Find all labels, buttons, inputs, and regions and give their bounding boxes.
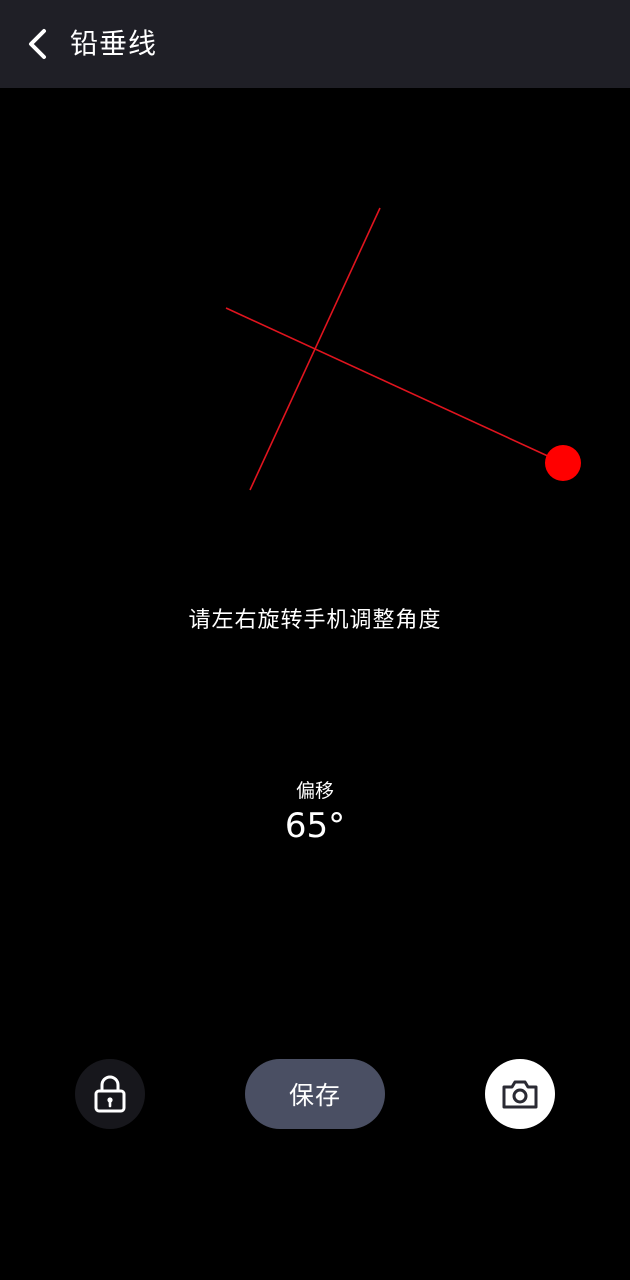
offset-value: 65° [284,806,346,846]
lock-button[interactable] [75,1059,145,1129]
camera-icon [502,1080,538,1109]
save-button[interactable]: 保存 [245,1059,385,1129]
header-bar: 铅垂线 [0,0,630,88]
plumb-line-canvas [225,207,581,491]
plumb-line-screen: 铅垂线 请左右旋转手机调整角度 偏移 65° 保存 [0,0,630,1280]
back-button[interactable] [14,20,62,68]
plumb-bob[interactable] [545,445,581,481]
page-title: 铅垂线 [70,27,158,60]
lock-icon [94,1075,126,1113]
rotate-hint-text: 请左右旋转手机调整角度 [188,608,442,633]
offset-label: 偏移 [295,780,334,802]
camera-button[interactable] [485,1059,555,1129]
plumb-string-line [225,307,564,464]
chevron-left-icon [29,29,46,59]
